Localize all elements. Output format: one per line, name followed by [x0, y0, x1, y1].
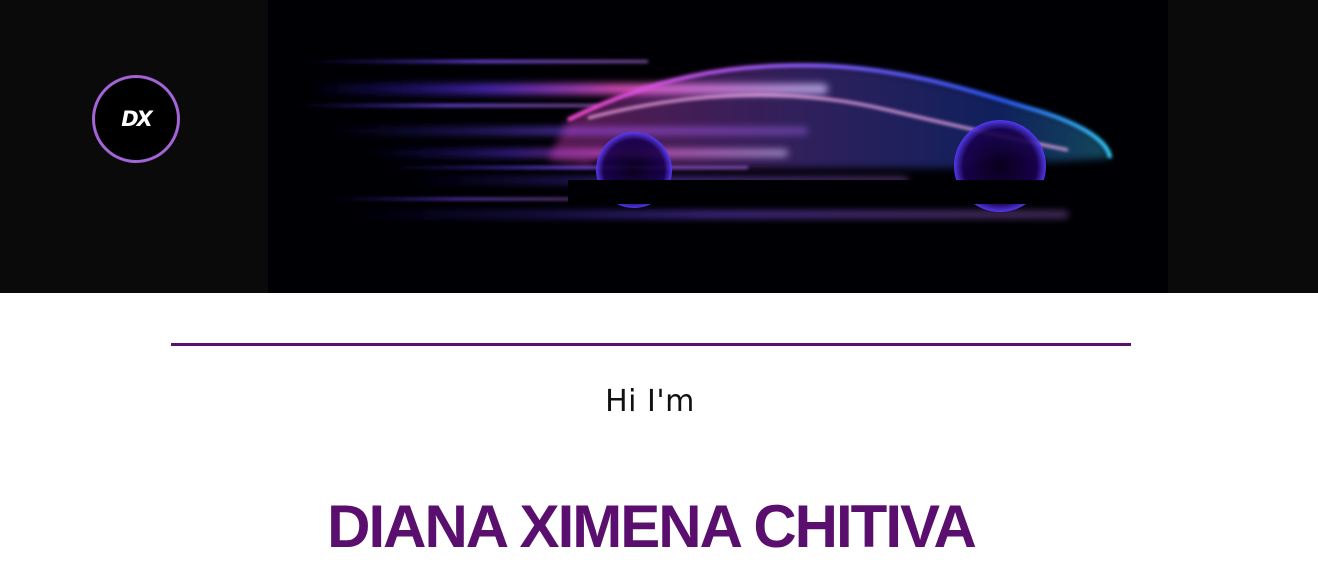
greeting-text: Hi I'm — [605, 384, 695, 419]
section-divider — [171, 343, 1131, 346]
logo-text: DX — [121, 107, 153, 131]
site-header: DX — [0, 0, 1318, 293]
logo[interactable]: DX — [92, 75, 180, 163]
hero-name: DIANA XIMENA CHITIVA — [327, 493, 977, 560]
banner-image — [268, 0, 1168, 293]
neon-car-illustration — [298, 60, 1128, 217]
